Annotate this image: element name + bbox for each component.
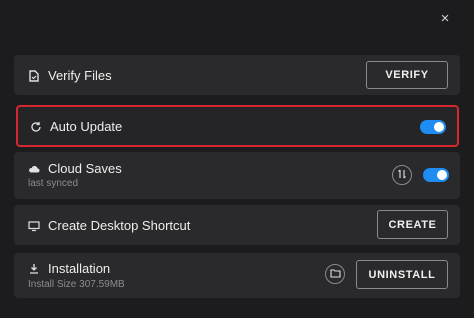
verify-files-row: Verify Files VERIFY: [14, 55, 460, 95]
game-settings-dialog: × Verify Files VERIFY Auto Update Cloud …: [0, 0, 474, 318]
uninstall-button[interactable]: UNINSTALL: [356, 260, 448, 289]
cloud-saves-label: Cloud Saves: [48, 161, 122, 176]
auto-update-toggle[interactable]: [420, 120, 446, 134]
cloud-saves-row: Cloud Saves last synced: [14, 152, 460, 199]
installation-label: Installation: [48, 261, 111, 276]
create-button[interactable]: CREATE: [377, 210, 448, 239]
cloud-saves-status: last synced: [28, 178, 79, 189]
sync-icon: [397, 166, 407, 184]
cloud-upload-icon: [28, 162, 40, 174]
folder-icon: [329, 265, 341, 283]
verify-button[interactable]: VERIFY: [366, 61, 448, 89]
open-folder-button[interactable]: [325, 264, 345, 284]
close-icon[interactable]: ×: [436, 10, 454, 28]
refresh-icon: [30, 120, 42, 132]
install-size: Install Size 307.59MB: [28, 279, 125, 290]
create-shortcut-row: Create Desktop Shortcut CREATE: [14, 205, 460, 245]
cloud-saves-toggle[interactable]: [423, 168, 449, 182]
monitor-icon: [28, 219, 40, 232]
auto-update-label: Auto Update: [50, 119, 123, 134]
file-check-icon: [28, 69, 40, 82]
verify-files-label: Verify Files: [48, 68, 112, 83]
create-shortcut-label: Create Desktop Shortcut: [48, 218, 191, 233]
auto-update-row: Auto Update: [16, 105, 459, 147]
sync-button[interactable]: [392, 165, 412, 185]
installation-row: Installation Install Size 307.59MB UNINS…: [14, 253, 460, 298]
download-icon: [28, 262, 40, 274]
